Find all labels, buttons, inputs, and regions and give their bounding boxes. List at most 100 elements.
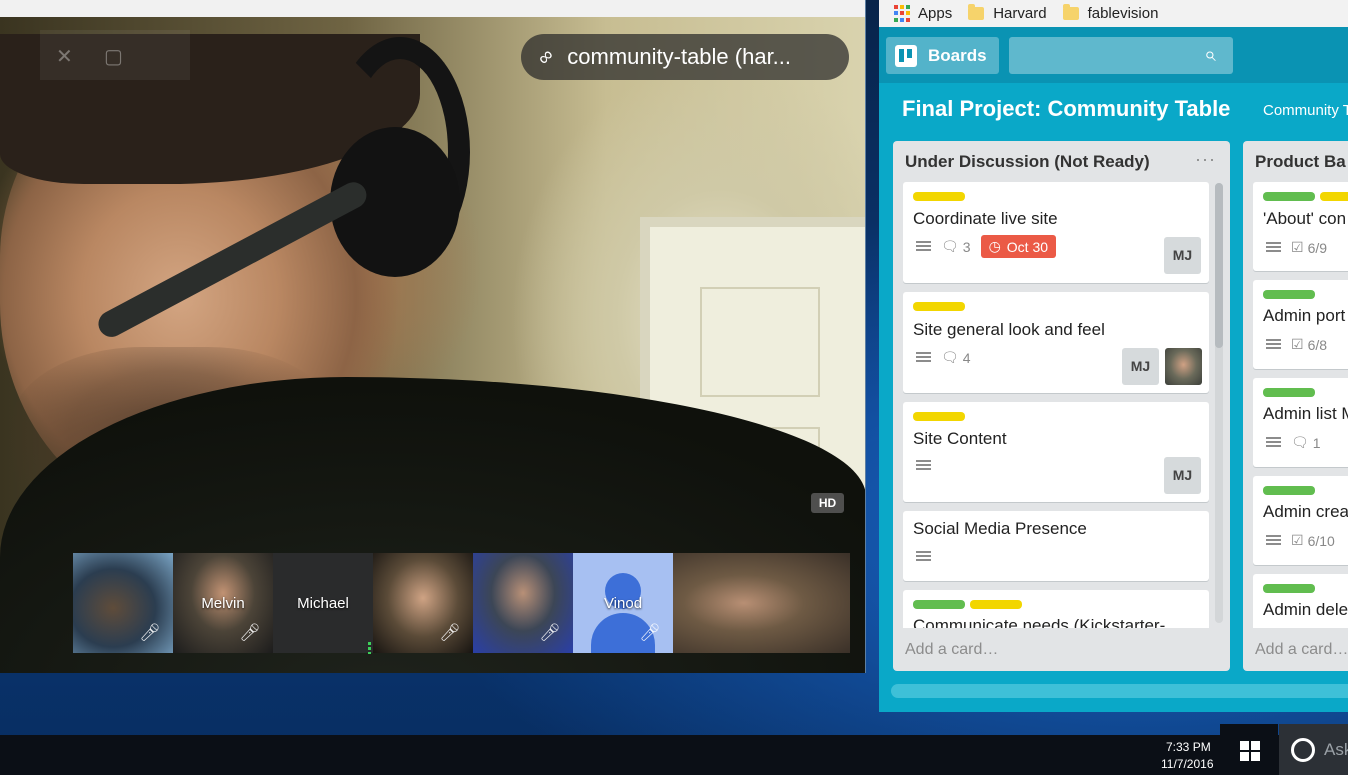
- comment-icon: 🗨︎: [941, 238, 959, 254]
- hd-badge[interactable]: HD: [811, 493, 844, 513]
- folder-icon: [1062, 4, 1079, 20]
- checkbox-icon: ☑: [1291, 336, 1304, 352]
- card-title: Admin dele: [1263, 600, 1348, 619]
- card-site-look-and-feel[interactable]: Site general look and feel 🗨︎ 4 MJ: [903, 292, 1209, 393]
- card-coordinate-live-site[interactable]: Coordinate live site 🗨︎ 3 ◷ Oct 30 MJ: [903, 182, 1209, 283]
- bookmark-label: Apps: [918, 5, 953, 22]
- speaking-indicator-icon: [368, 642, 371, 654]
- taskbar-clock-date[interactable]: 11/7/2016: [1161, 757, 1214, 771]
- apps-grid-icon: [894, 5, 911, 22]
- muted-mic-icon: 🎤︎: [539, 623, 561, 642]
- card-admin-list[interactable]: Admin list M 🗨︎ 1: [1253, 378, 1348, 467]
- label-green: [1263, 486, 1315, 495]
- label-yellow: [913, 302, 965, 311]
- comments-badge: 🗨︎ 4: [941, 349, 971, 366]
- list-product-backlog: Product Ba 'About' con ☑ 6/9 Admin port …: [1243, 141, 1348, 671]
- list-scrollbar[interactable]: [1215, 183, 1223, 623]
- clock-icon: ◷: [988, 238, 1001, 254]
- card-site-content[interactable]: Site Content MJ: [903, 402, 1209, 502]
- door-panel: [700, 287, 820, 397]
- cortana-search-box[interactable]: Ask: [1279, 724, 1348, 775]
- room-link-chip[interactable]: ∞ community-table (har...: [521, 34, 849, 80]
- participant-thumbnail[interactable]: Vinod 🎤︎: [573, 553, 673, 653]
- label-green: [1263, 584, 1315, 593]
- taskbar-clock-time[interactable]: 7:33 PM: [1166, 740, 1211, 754]
- bookmark-label: fablevision: [1087, 5, 1159, 22]
- mute-mic-icon[interactable]: ✕: [56, 44, 73, 69]
- label-yellow: [913, 192, 965, 201]
- board-title[interactable]: Final Project: Community Table: [902, 96, 1230, 122]
- checkbox-icon: ☑: [1291, 239, 1304, 255]
- start-button[interactable]: [1220, 724, 1278, 775]
- participant-thumbnail[interactable]: Melvin 🎤︎: [173, 553, 273, 653]
- description-icon: [916, 551, 931, 562]
- description-icon: [1266, 437, 1281, 448]
- card-admin-delete[interactable]: Admin dele: [1253, 574, 1348, 628]
- card-admin-portal[interactable]: Admin port ☑ 6/8: [1253, 280, 1348, 369]
- board-team-link[interactable]: Community T: [1263, 102, 1348, 119]
- label-green: [913, 600, 965, 609]
- card-title: Coordinate live site: [913, 209, 1058, 228]
- camera-off-icon[interactable]: ▢: [104, 44, 123, 69]
- bookmarks-bar: Apps Harvard fablevision: [879, 0, 1348, 27]
- checklist-badge: ☑ 6/8: [1291, 336, 1328, 353]
- muted-mic-icon: 🎤︎: [139, 623, 161, 642]
- participant-thumbnail[interactable]: 🎤︎: [73, 553, 173, 653]
- card-title: Site general look and feel: [913, 320, 1105, 339]
- label-green: [1263, 192, 1315, 201]
- card-title: 'About' con: [1263, 209, 1347, 228]
- hangout-window: ✕ ▢ ∞ community-table (har... HD 🎤︎ Melv…: [0, 0, 866, 673]
- label-yellow: [1320, 192, 1348, 201]
- muted-mic-icon: 🎤︎: [439, 623, 461, 642]
- participant-thumbnail[interactable]: 🎤︎: [473, 553, 573, 653]
- folder-icon: [968, 4, 985, 20]
- add-card-link[interactable]: Add a card…: [1255, 641, 1348, 659]
- participant-thumbnail[interactable]: 🎤︎: [373, 553, 473, 653]
- list-title[interactable]: Under Discussion (Not Ready): [905, 152, 1150, 172]
- bookmark-harvard[interactable]: Harvard: [968, 4, 1047, 22]
- description-icon: [916, 460, 931, 471]
- room-name: community-table (har...: [567, 44, 792, 69]
- trello-window: Apps Harvard fablevision Boards ⌕ Final …: [879, 0, 1348, 712]
- card-list: 'About' con ☑ 6/9 Admin port ☑ 6/8 Admin…: [1253, 182, 1348, 628]
- trello-header: Boards ⌕: [879, 27, 1348, 83]
- participant-thumbnail[interactable]: Michael: [273, 553, 373, 653]
- card-social-media-presence[interactable]: Social Media Presence: [903, 511, 1209, 581]
- participant-name: Michael: [297, 595, 349, 612]
- comments-badge: 🗨︎ 3: [941, 238, 971, 255]
- comment-icon: 🗨︎: [941, 349, 959, 365]
- list-title[interactable]: Product Ba: [1255, 152, 1346, 172]
- muted-mic-icon: 🎤︎: [639, 623, 661, 642]
- due-date-badge: ◷ Oct 30: [980, 235, 1057, 258]
- search-icon[interactable]: ⌕: [1204, 43, 1216, 67]
- participant-thumbnail[interactable]: [673, 553, 850, 653]
- card-communicate-needs[interactable]: Communicate needs (Kickstarter-: [903, 590, 1209, 628]
- label-green: [1263, 388, 1315, 397]
- card-title: Site Content: [913, 429, 1007, 448]
- checkbox-icon: ☑: [1291, 532, 1304, 548]
- card-title: Admin port: [1263, 306, 1346, 325]
- card-admin-create[interactable]: Admin crea ☑ 6/10: [1253, 476, 1348, 565]
- list-menu-icon[interactable]: ···: [1195, 149, 1216, 170]
- windows-taskbar: [0, 735, 1348, 775]
- boards-button[interactable]: Boards: [886, 37, 999, 74]
- cortana-prompt: Ask: [1324, 740, 1348, 759]
- label-green: [1263, 290, 1315, 299]
- member-avatar[interactable]: MJ: [1164, 457, 1201, 494]
- description-icon: [916, 352, 931, 363]
- bookmark-fablevision[interactable]: fablevision: [1062, 4, 1159, 22]
- add-card-link[interactable]: Add a card…: [905, 641, 998, 659]
- windows-logo-icon: [1240, 741, 1260, 761]
- boards-icon: [895, 44, 917, 67]
- bookmark-apps[interactable]: Apps: [879, 5, 952, 22]
- board-horizontal-scrollbar[interactable]: [891, 684, 1348, 698]
- member-avatar[interactable]: MJ: [1164, 237, 1201, 274]
- card-title: Admin list M: [1263, 404, 1348, 423]
- hangout-title-bar: [0, 0, 865, 17]
- description-icon: [916, 241, 931, 252]
- card-about-content[interactable]: 'About' con ☑ 6/9: [1253, 182, 1348, 271]
- member-avatar[interactable]: MJ: [1122, 348, 1159, 385]
- member-photo-avatar[interactable]: [1165, 348, 1202, 385]
- search-input[interactable]: [1009, 37, 1233, 74]
- card-title: Communicate needs (Kickstarter-: [913, 616, 1166, 628]
